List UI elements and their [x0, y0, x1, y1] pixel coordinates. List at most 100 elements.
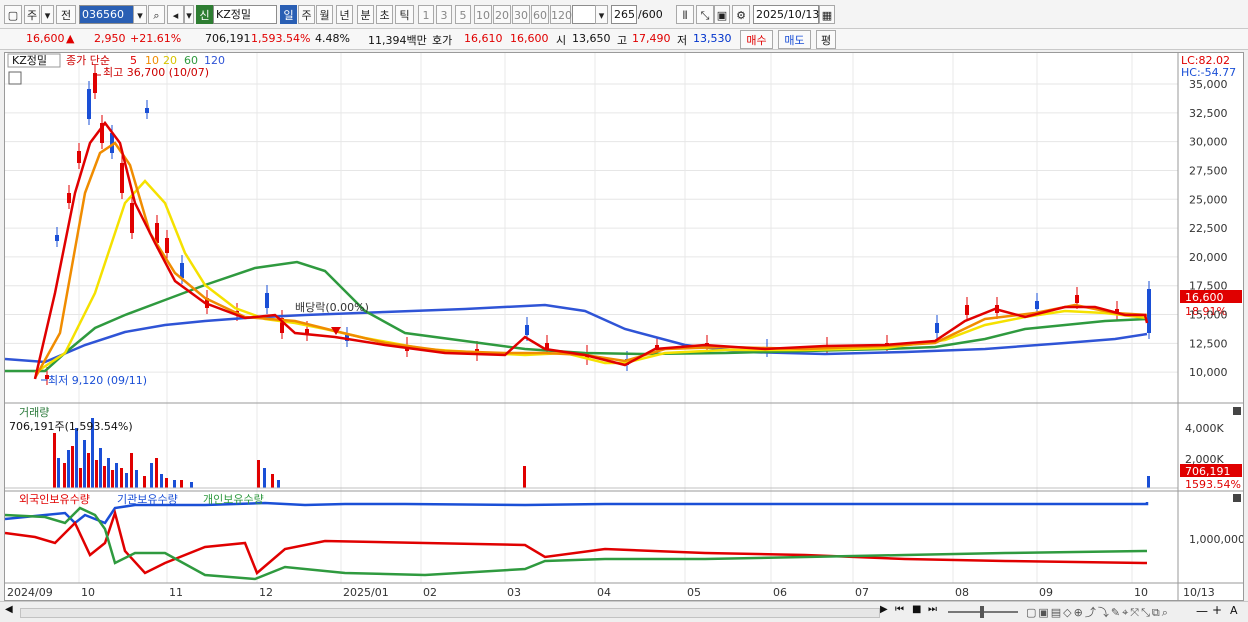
minute-5-button[interactable]: 5: [455, 5, 471, 24]
save-icon[interactable]: ▣: [714, 5, 730, 24]
period-month-button[interactable]: 월: [316, 5, 333, 24]
low-label: 저: [677, 34, 688, 47]
scroll-left-icon[interactable]: ◀: [5, 604, 13, 615]
stock-name-field[interactable]: KZ정밀: [213, 5, 277, 24]
holdings-tick: 1,000,000: [1189, 533, 1243, 546]
volume-bar: [75, 428, 78, 488]
high-annotation: 최고 36,700 (10/07): [103, 66, 209, 79]
volume-bar: [99, 448, 102, 488]
moving-average-line: [33, 141, 1148, 379]
chart-svg[interactable]: KZ정밀 종가 단순 5 10 20 60 120 LC:82.02 HC:-5…: [4, 53, 1245, 600]
search-icon[interactable]: ⌕: [148, 5, 165, 24]
open-label: 시: [556, 34, 567, 47]
candle-body: [77, 151, 81, 163]
minute-120-button[interactable]: 120: [550, 5, 572, 24]
line-tool-icon[interactable]: ⤡: [696, 5, 714, 24]
buy-button[interactable]: 매수: [740, 30, 773, 49]
price-axis-tick: 27,500: [1189, 164, 1228, 177]
holdings-panel-close-icon[interactable]: [1233, 494, 1241, 502]
candle-body: [180, 263, 184, 278]
x-axis-label: 02: [423, 586, 437, 599]
price-axis-tick: 30,000: [1189, 136, 1228, 149]
x-axis-label: 04: [597, 586, 611, 599]
period-prefix[interactable]: 전: [56, 5, 76, 24]
x-axis-label: 12: [259, 586, 273, 599]
zoom-slider-handle[interactable]: [980, 606, 984, 618]
volume-bar: [173, 480, 176, 488]
custom-period-dropdown-icon[interactable]: ▾: [595, 5, 608, 24]
stop-icon[interactable]: ■: [912, 604, 921, 615]
rewind-icon[interactable]: ⏮: [895, 604, 904, 615]
minute-10-button[interactable]: 10: [474, 5, 492, 24]
volume-current-tag-text: 706,191: [1185, 465, 1231, 478]
candle-body: [67, 193, 71, 203]
candle-body: [965, 305, 969, 315]
window-icon[interactable]: ▢: [4, 5, 22, 24]
drawing-tools-icons[interactable]: ▢▣▤◇⊕⤴⤵✎⌖⤧⤡⧉⌕: [1026, 604, 1170, 620]
calendar-icon[interactable]: ▦: [819, 5, 835, 24]
volume-bar: [263, 468, 266, 488]
zoom-out-icon[interactable]: —: [1196, 604, 1208, 618]
high-price: 17,490: [632, 32, 671, 45]
period-minute-button[interactable]: 분: [357, 5, 374, 24]
volume-panel-close-icon[interactable]: [1233, 407, 1241, 415]
date-input[interactable]: 2025/10/13: [753, 5, 819, 24]
x-axis-label: 11: [169, 586, 183, 599]
volume-bar: [57, 458, 60, 488]
volume-bar: [180, 480, 183, 488]
candle-body: [1035, 301, 1039, 309]
low-price: 13,530: [693, 32, 732, 45]
x-axis-label: 10: [81, 586, 95, 599]
minute-3-button[interactable]: 3: [436, 5, 452, 24]
count-input[interactable]: 265: [611, 5, 637, 24]
period-day-button[interactable]: 일: [280, 5, 297, 24]
font-size-icon[interactable]: A: [1230, 604, 1238, 617]
speaker-dropdown-icon[interactable]: ▾: [184, 5, 194, 24]
turnover: 4.48%: [315, 32, 350, 45]
chart-area[interactable]: KZ정밀 종가 단순 5 10 20 60 120 LC:82.02 HC:-5…: [4, 52, 1245, 601]
candle-body: [93, 73, 97, 93]
volume-bar: [125, 473, 128, 488]
candle-body: [87, 89, 91, 119]
table-toggle-icon[interactable]: [8, 71, 22, 85]
minute-20-button[interactable]: 20: [493, 5, 511, 24]
minute-30-button[interactable]: 30: [512, 5, 530, 24]
period-week-button[interactable]: 주: [298, 5, 315, 24]
code-input[interactable]: 036560: [79, 5, 134, 24]
volume-bar: [160, 474, 163, 488]
chevron-down-icon[interactable]: ▾: [41, 5, 54, 24]
market-select[interactable]: 주: [24, 5, 40, 24]
x-axis-label: 03: [507, 586, 521, 599]
speaker-icon[interactable]: ◂: [167, 5, 184, 24]
individual-holdings-label: 개인보유수량: [203, 493, 264, 506]
candle-icon[interactable]: ⫴: [676, 5, 694, 24]
eval-button[interactable]: 평: [816, 30, 836, 49]
period-tick-button[interactable]: 틱: [395, 5, 414, 24]
candle-body: [165, 238, 169, 253]
x-axis-label: 09: [1039, 586, 1053, 599]
minute-60-button[interactable]: 60: [531, 5, 549, 24]
play-icon[interactable]: ▶: [880, 604, 888, 615]
zoom-in-icon[interactable]: +: [1212, 603, 1222, 617]
price-axis-tick: 20,000: [1189, 251, 1228, 264]
minute-1-button[interactable]: 1: [418, 5, 434, 24]
horizontal-scrollbar[interactable]: [20, 608, 880, 618]
price-axis-tick: 12,500: [1189, 337, 1228, 350]
foreign-holdings-label: 외국인보유수량: [19, 493, 90, 506]
period-year-button[interactable]: 년: [336, 5, 353, 24]
open-price: 13,650: [572, 32, 611, 45]
fast-forward-icon[interactable]: ⏭: [928, 604, 937, 615]
candle-body: [1147, 289, 1151, 333]
x-axis-label: 2024/09: [7, 586, 53, 599]
candle-body: [935, 323, 939, 333]
dividend-annotation: 배당락(0.00%): [295, 301, 369, 314]
price-axis-tick: 35,000: [1189, 78, 1228, 91]
sell-button[interactable]: 매도: [778, 30, 811, 49]
volume-bar: [87, 453, 90, 488]
code-dropdown-icon[interactable]: ▾: [133, 5, 147, 24]
current-price: 16,600: [26, 32, 65, 45]
period-second-button[interactable]: 초: [376, 5, 393, 24]
gear-icon[interactable]: ⚙: [732, 5, 750, 24]
bid-price-1: 16,610: [464, 32, 503, 45]
candle-body: [55, 235, 59, 241]
